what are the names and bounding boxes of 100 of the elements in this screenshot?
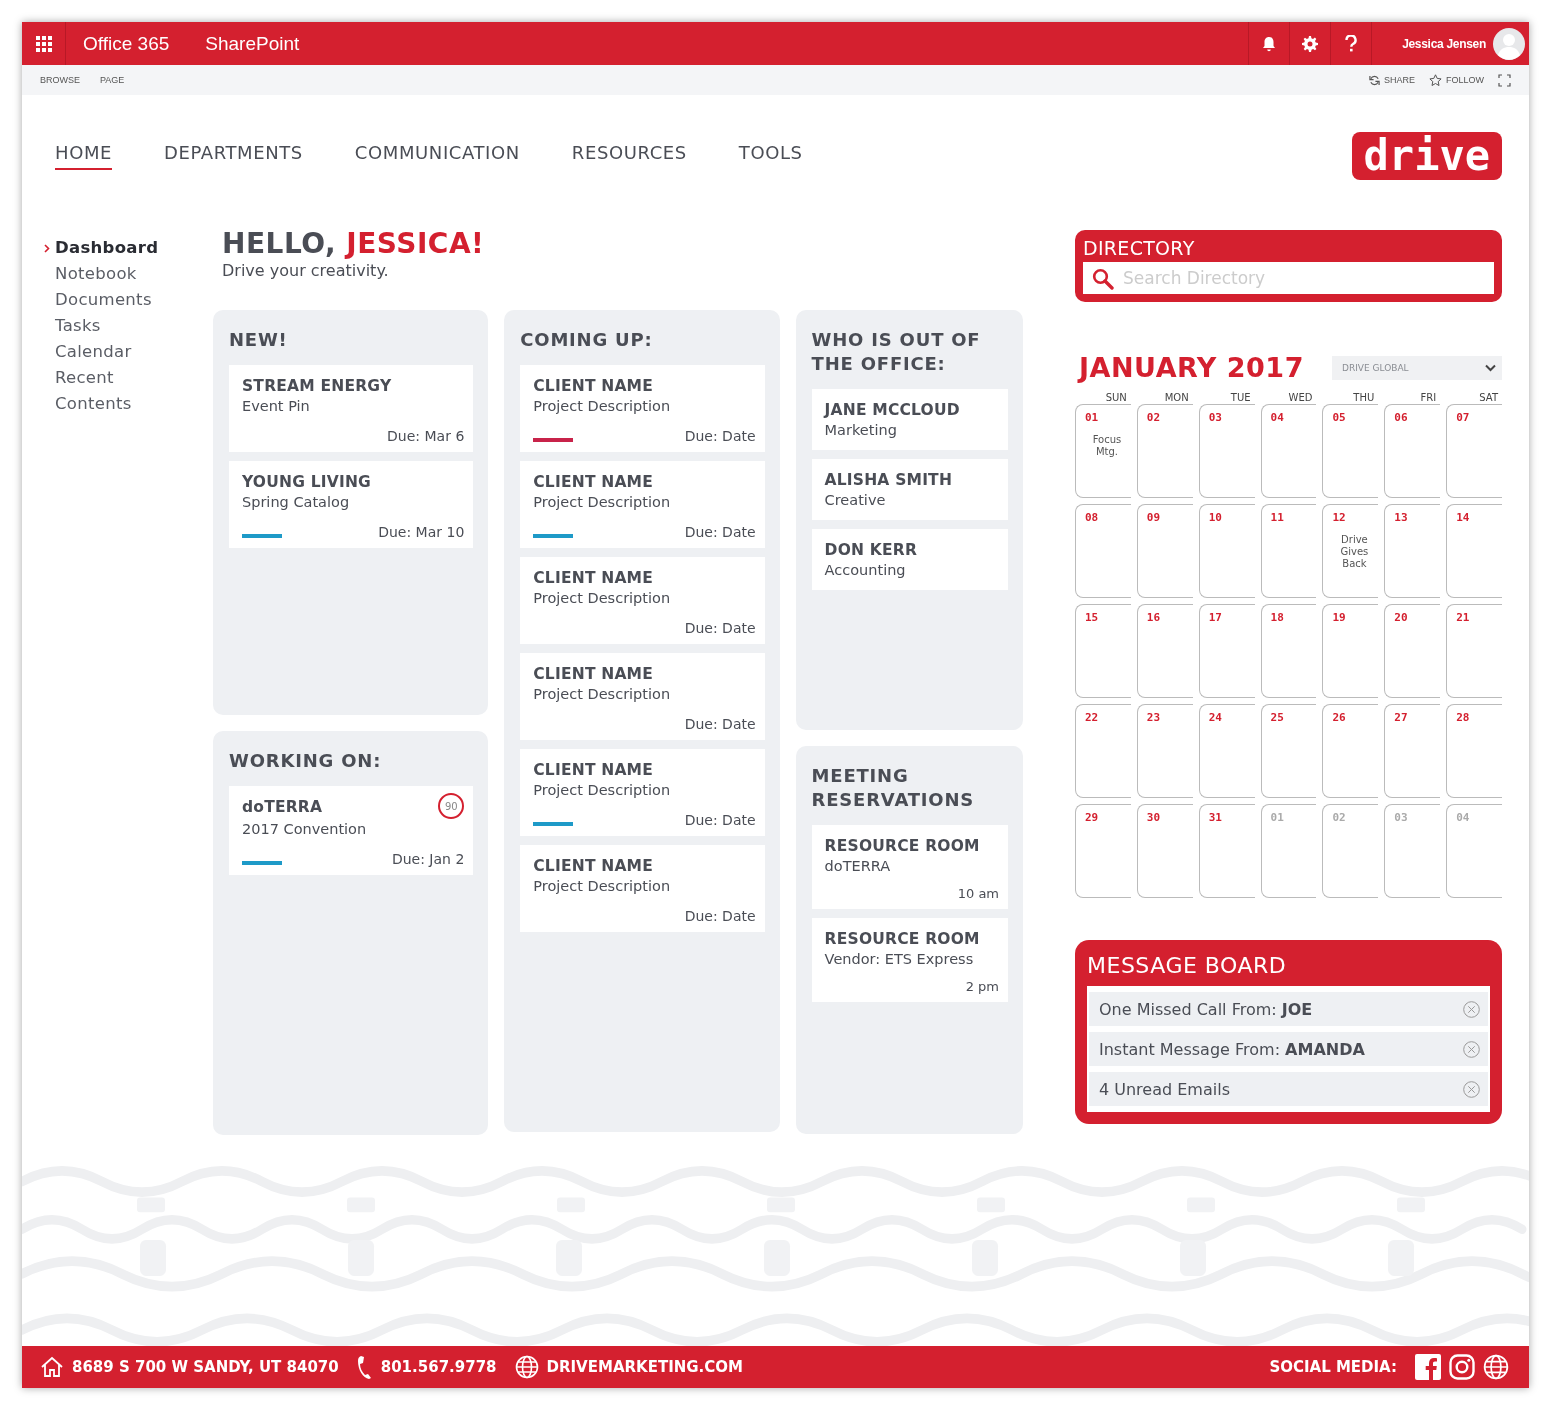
calendar-day[interactable]: 08 — [1075, 504, 1131, 598]
message-item[interactable]: Instant Message From: AMANDA — [1089, 1032, 1488, 1066]
ribbon-tab[interactable]: BROWSE — [40, 75, 80, 85]
user-greeting-name: JESSICA! — [346, 227, 485, 260]
star-icon — [1429, 74, 1442, 86]
department: Marketing — [824, 421, 898, 440]
sidebar-link[interactable]: Recent — [40, 365, 114, 391]
facebook-icon[interactable] — [1415, 1354, 1441, 1380]
sidebar-link[interactable]: Contents — [40, 391, 132, 417]
person-card[interactable]: DON KERR Accounting — [811, 529, 1008, 590]
calendar-day[interactable]: 26 — [1322, 704, 1379, 798]
nav-tab[interactable]: TOOLS — [738, 142, 803, 170]
calendar-day[interactable]: 17 — [1198, 604, 1255, 698]
calendar-day[interactable]: 11 — [1260, 504, 1317, 598]
social-label: SOCIAL MEDIA: — [1269, 1358, 1397, 1376]
focus-icon[interactable] — [1498, 73, 1511, 87]
due-date: Due: Jan 2 — [391, 851, 465, 867]
nav-tab[interactable]: DEPARTMENTS — [164, 142, 303, 170]
reservation-card[interactable]: RESOURCE ROOM doTERRA 10 am — [811, 825, 1008, 909]
nav-tab[interactable]: COMMUNICATION — [354, 142, 520, 170]
calendar-day[interactable]: 07 — [1446, 404, 1502, 498]
project-card[interactable]: CLIENT NAME Project Description Due: Date — [520, 365, 765, 452]
weekday-label: SUN — [1104, 392, 1128, 404]
project-card[interactable]: CLIENT NAME Project Description Due: Date — [520, 557, 765, 644]
calendar-day[interactable]: 04 — [1260, 404, 1317, 498]
project-name: Project Description — [533, 493, 672, 512]
calendar-day[interactable]: 12 Drive Gives Back — [1322, 504, 1379, 598]
calendar-day[interactable]: 22 — [1075, 704, 1131, 798]
room-name: RESOURCE ROOM — [824, 836, 981, 856]
website-link[interactable]: DRIVEMARKETING.COM — [546, 1358, 743, 1376]
reservation-card[interactable]: RESOURCE ROOM Vendor: ETS Express 2 pm — [811, 918, 1008, 1002]
panel-title: WORKING ON: — [229, 749, 383, 773]
weekday-label: SAT — [1478, 392, 1499, 404]
sidebar-link[interactable]: Calendar — [40, 339, 132, 365]
calendar-day[interactable]: 15 — [1075, 604, 1131, 698]
client-name: YOUNG LIVING — [242, 472, 372, 492]
logo[interactable]: drive — [1351, 132, 1502, 180]
calendar-day[interactable]: 27 — [1384, 704, 1441, 798]
calendar-day[interactable]: 20 — [1384, 604, 1441, 698]
calendar-day[interactable]: 28 — [1446, 704, 1502, 798]
message-item[interactable]: 4 Unread Emails — [1089, 1072, 1488, 1106]
sidebar-link[interactable]: Tasks — [40, 313, 101, 339]
weekday-label: MON — [1163, 392, 1190, 404]
calendar-day[interactable]: 03 — [1198, 404, 1255, 498]
project-card[interactable]: CLIENT NAME Project Description Due: Date — [520, 653, 765, 740]
person-name: DON KERR — [824, 540, 919, 560]
sidebar-link[interactable]: Notebook — [40, 261, 137, 287]
calendar-day[interactable]: 09 — [1136, 504, 1193, 598]
nav-tab[interactable]: HOME — [55, 142, 112, 170]
calendar-day[interactable]: 10 — [1198, 504, 1255, 598]
follow-link[interactable]: FOLLOW — [1429, 74, 1484, 86]
share-link[interactable]: SHARE — [1368, 74, 1415, 86]
calendar-day[interactable]: 05 — [1322, 404, 1379, 498]
project-card[interactable]: STREAM ENERGY Event Pin Due: Mar 6 — [229, 365, 474, 452]
reservation-detail: Vendor: ETS Express — [824, 950, 975, 969]
avatar-icon[interactable] — [1493, 27, 1525, 60]
suite-title[interactable]: Office 365 — [83, 32, 170, 55]
calendar-day[interactable]: 16 — [1136, 604, 1193, 698]
calendar-day[interactable]: 01 Focus Mtg. — [1075, 404, 1131, 498]
calendar-day[interactable]: 19 — [1322, 604, 1379, 698]
calendar-dropdown[interactable]: DRIVE GLOBAL — [1332, 355, 1502, 380]
client-name: STREAM ENERGY — [242, 376, 392, 396]
panel-title: WHO IS OUT OF THE OFFICE: — [811, 328, 982, 376]
sidebar-link[interactable]: Documents — [40, 287, 152, 313]
department: Creative — [824, 491, 887, 510]
message-item[interactable]: One Missed Call From: JOE — [1089, 992, 1488, 1026]
panel-title: NEW! — [229, 328, 289, 352]
project-card[interactable]: CLIENT NAME Project Description Due: Date — [520, 461, 765, 548]
calendar-day[interactable]: 02 — [1136, 404, 1193, 498]
calendar-day[interactable]: 30 — [1136, 804, 1193, 898]
event-label[interactable]: Focus Mtg. — [1085, 434, 1129, 458]
instagram-icon[interactable] — [1449, 1354, 1475, 1380]
site-title[interactable]: SharePoint — [205, 32, 300, 55]
nav-tab[interactable]: RESOURCES — [571, 142, 687, 170]
project-card[interactable]: doTERRA 90 2017 Convention Due: Jan 2 — [229, 786, 474, 875]
panel-title: COMING UP: — [520, 328, 654, 352]
chevron-icon — [44, 244, 50, 253]
calendar-day[interactable]: 13 — [1384, 504, 1441, 598]
calendar-day[interactable]: 29 — [1075, 804, 1131, 898]
project-card[interactable]: YOUNG LIVING Spring Catalog Due: Mar 10 — [229, 461, 474, 548]
calendar-day[interactable]: 31 — [1198, 804, 1255, 898]
calendar-day[interactable]: 24 — [1198, 704, 1255, 798]
calendar-day[interactable]: 21 — [1446, 604, 1502, 698]
person-card[interactable]: JANE MCCLOUD Marketing — [811, 389, 1008, 450]
client-name: CLIENT NAME — [533, 376, 655, 396]
calendar-day[interactable]: 25 — [1260, 704, 1317, 798]
calendar-day[interactable]: 06 — [1384, 404, 1441, 498]
calendar-day[interactable]: 23 — [1136, 704, 1193, 798]
project-card[interactable]: CLIENT NAME Project Description Due: Date — [520, 749, 765, 836]
person-card[interactable]: ALISHA SMITH Creative — [811, 459, 1008, 520]
calendar-day[interactable]: 18 — [1260, 604, 1317, 698]
calendar-day[interactable]: 14 — [1446, 504, 1502, 598]
phone-number: 801.567.9778 — [380, 1358, 497, 1376]
project-name: Spring Catalog — [242, 493, 351, 512]
project-card[interactable]: CLIENT NAME Project Description Due: Date — [520, 845, 765, 932]
sidebar-link[interactable]: Dashboard — [40, 235, 159, 261]
ribbon-tab[interactable]: PAGE — [100, 75, 125, 85]
event-label[interactable]: Drive Gives Back — [1332, 534, 1377, 570]
globe-icon[interactable] — [1483, 1354, 1509, 1380]
phone-icon — [356, 1355, 373, 1379]
